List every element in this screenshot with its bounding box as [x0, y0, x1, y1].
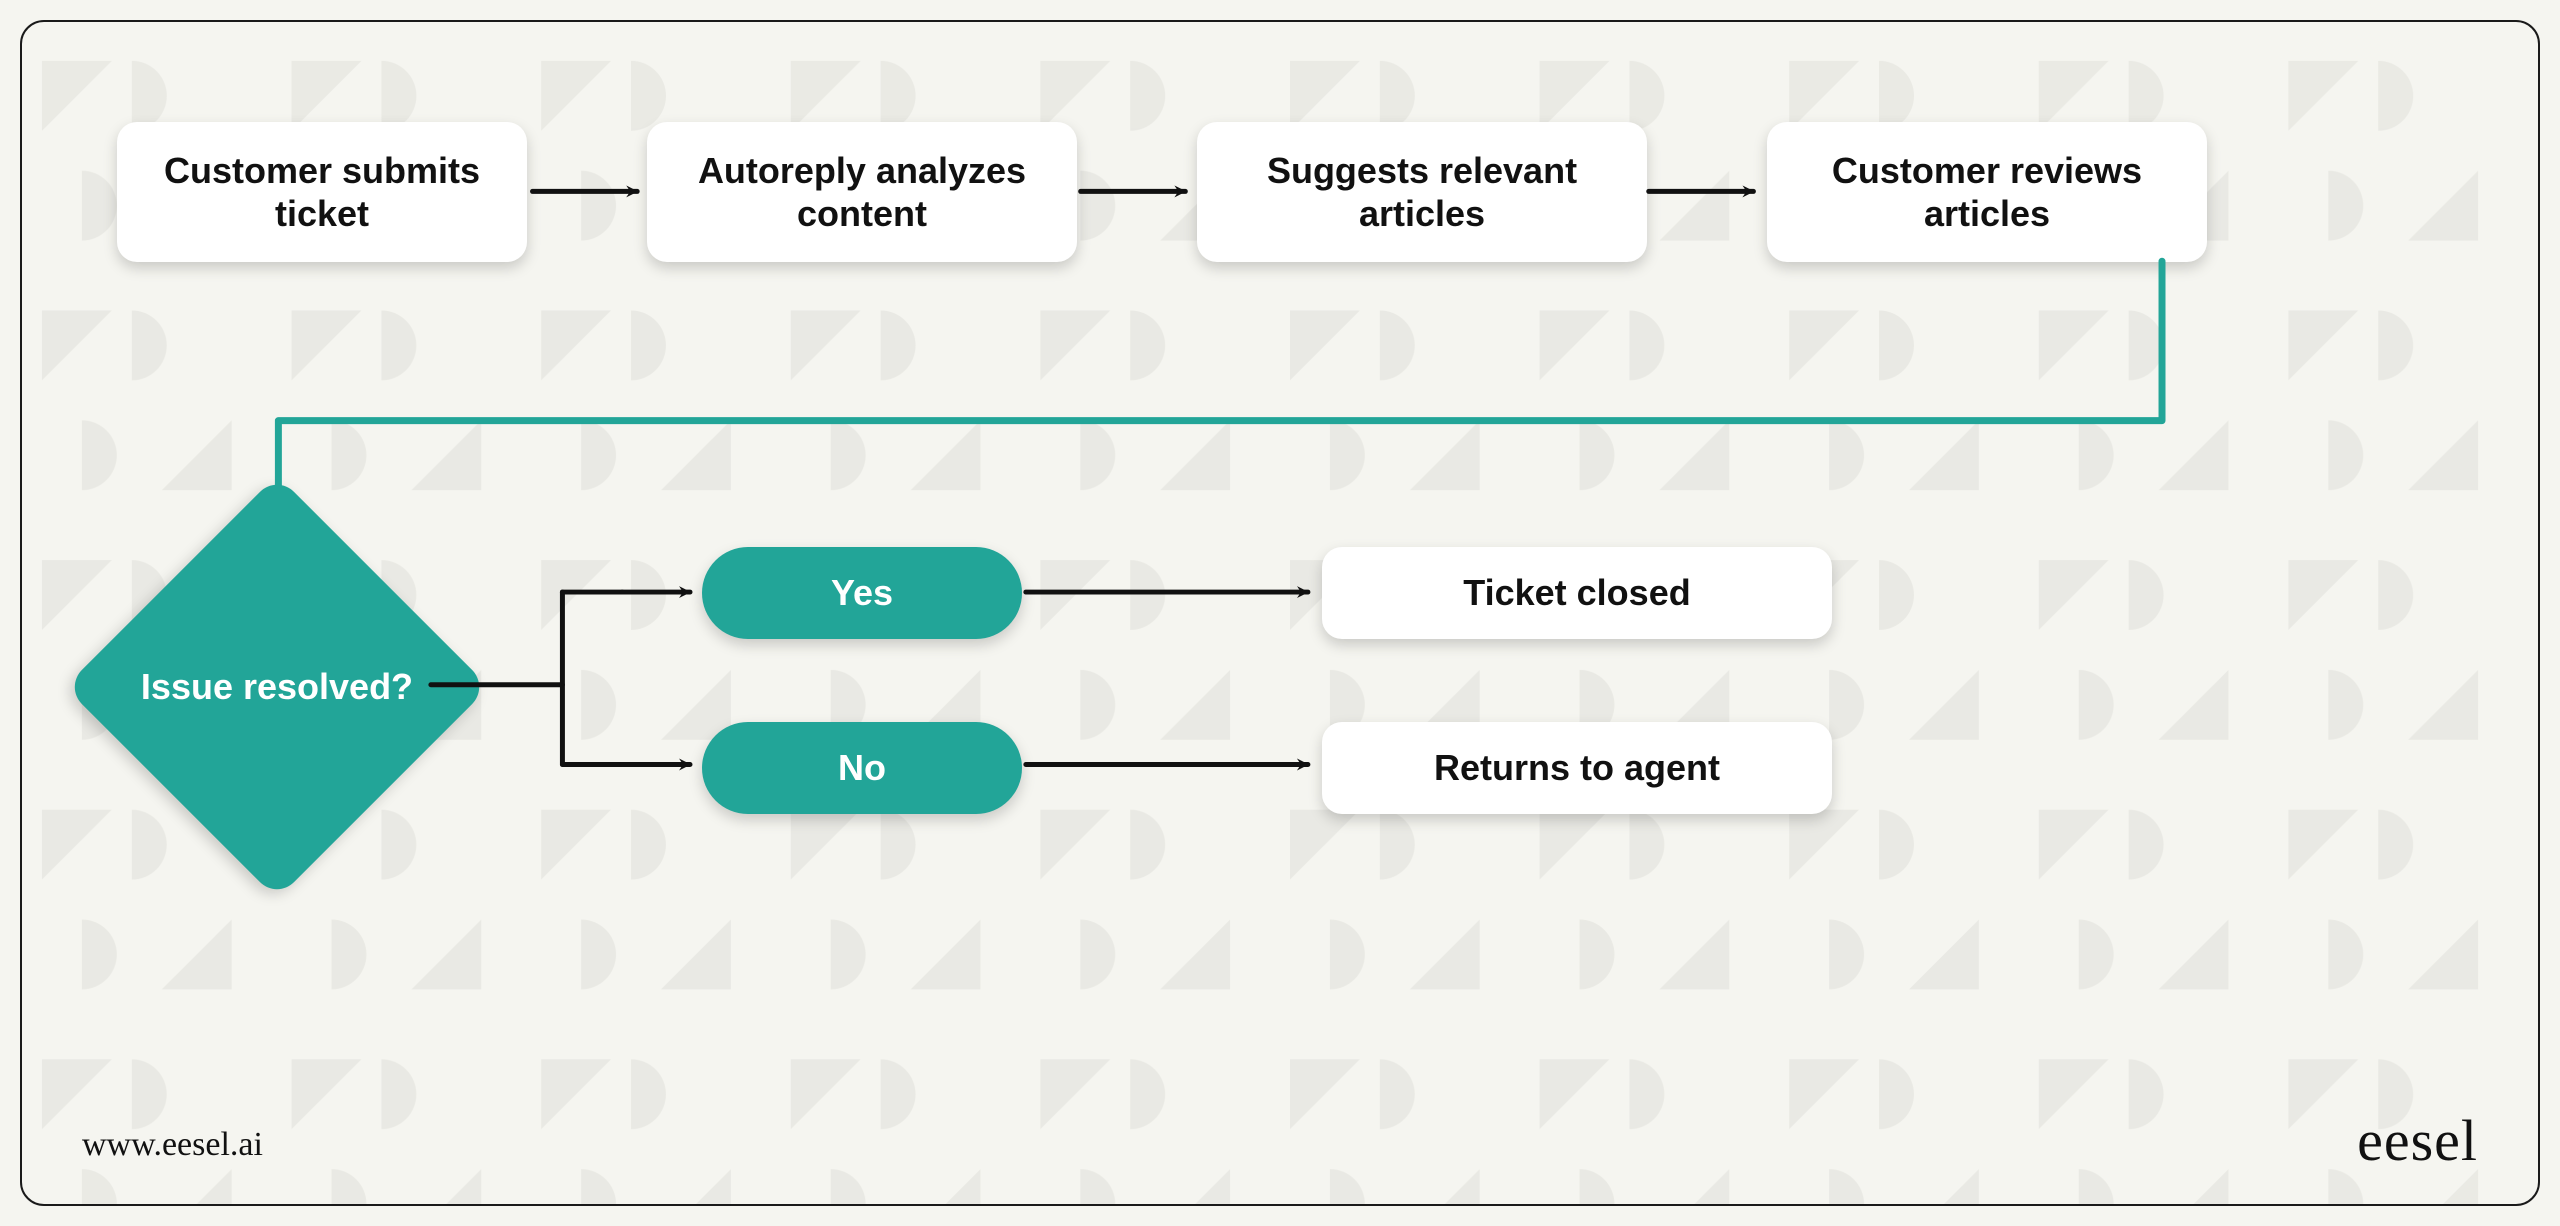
step-customer-reviews: Customer reviews articles: [1767, 122, 2207, 262]
decision-label: Issue resolved?: [127, 537, 427, 837]
footer-url: www.eesel.ai: [82, 1126, 263, 1164]
diagram-canvas: Customer submits ticket Autoreply analyz…: [20, 20, 2540, 1206]
branch-yes: Yes: [702, 547, 1022, 639]
step-customer-submits: Customer submits ticket: [117, 122, 527, 262]
step-suggests-articles: Suggests relevant articles: [1197, 122, 1647, 262]
outcome-returns-agent: Returns to agent: [1322, 722, 1832, 814]
step-autoreply-analyzes: Autoreply analyzes content: [647, 122, 1077, 262]
outcome-ticket-closed: Ticket closed: [1322, 547, 1832, 639]
branch-no: No: [702, 722, 1022, 814]
decision-issue-resolved: Issue resolved?: [127, 537, 427, 837]
brand-logo: eesel: [2357, 1107, 2478, 1174]
